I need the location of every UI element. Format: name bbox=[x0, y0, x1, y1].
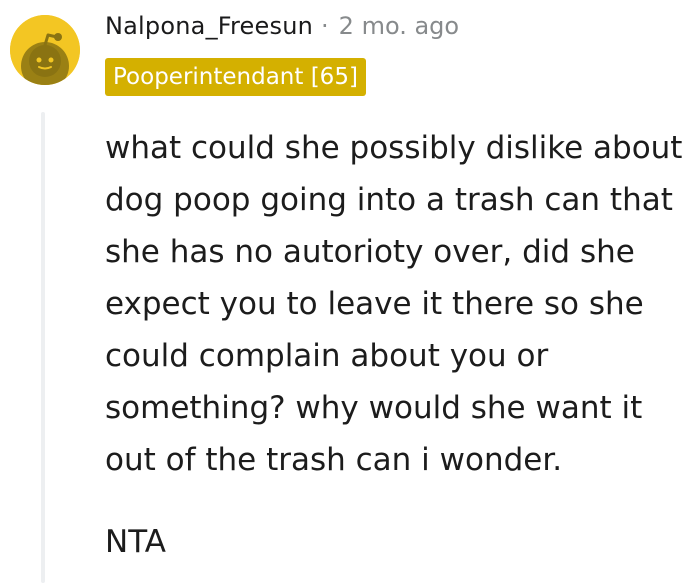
username-link[interactable]: Nalpona_Freesun bbox=[105, 12, 313, 40]
comment-text: what could she possibly dislike about do… bbox=[105, 130, 683, 478]
avatar[interactable] bbox=[10, 15, 80, 85]
comment-verdict: NTA bbox=[105, 524, 166, 560]
comment: Nalpona_Freesun · 2 mo. ago Pooperintend… bbox=[0, 0, 700, 583]
comment-header: Nalpona_Freesun · 2 mo. ago bbox=[105, 8, 459, 44]
thread-line[interactable] bbox=[41, 112, 45, 583]
meta-separator: · bbox=[321, 12, 329, 40]
reddit-snoo-icon bbox=[10, 15, 80, 85]
comment-body: what could she possibly dislike about do… bbox=[105, 122, 695, 568]
user-flair: Pooperintendant [65] bbox=[105, 58, 366, 96]
timestamp[interactable]: 2 mo. ago bbox=[339, 12, 459, 40]
